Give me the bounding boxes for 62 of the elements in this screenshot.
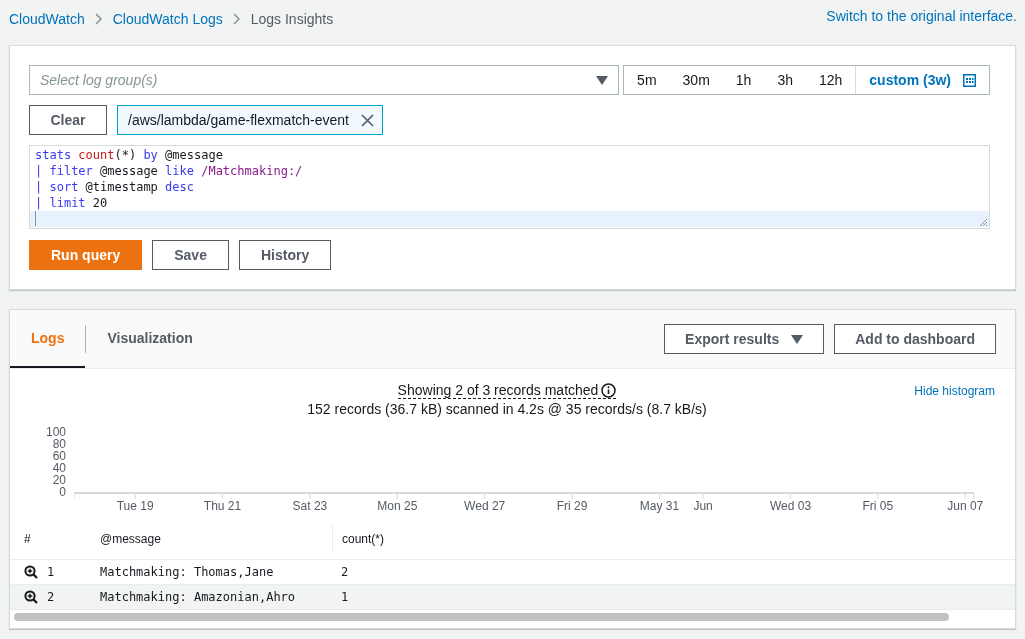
switch-interface-link[interactable]: Switch to the original interface. — [826, 8, 1017, 24]
calendar-icon — [963, 73, 976, 87]
x-tick-label: Thu 21 — [203, 499, 242, 513]
code-line: | sort @timestamp desc — [34, 179, 195, 195]
column-header: @message — [100, 532, 162, 546]
info-icon[interactable] — [601, 382, 617, 398]
export-results-button[interactable]: Export results — [664, 324, 825, 354]
code-line: | filter @message like /Matchmaking:/ — [34, 163, 304, 179]
resize-handle-icon[interactable] — [979, 218, 988, 227]
x-tick-label: Jun 07 — [947, 499, 984, 513]
time-range-button[interactable]: 1h — [722, 66, 765, 94]
horizontal-scrollbar[interactable] — [14, 613, 949, 621]
breadcrumb-link[interactable]: CloudWatch — [9, 11, 85, 27]
time-range-button[interactable]: 3h — [764, 66, 806, 94]
records-matched-text: Showing 2 of 3 records matched — [397, 382, 599, 398]
x-tick-label: Mon 25 — [377, 499, 418, 513]
time-range-button[interactable]: 12h — [805, 66, 856, 94]
breadcrumb-link[interactable]: CloudWatch Logs — [112, 11, 223, 27]
x-tick-label: Wed 03 — [769, 499, 812, 513]
time-range-button[interactable]: 5m — [624, 66, 670, 94]
zoom-in-icon[interactable] — [24, 590, 38, 604]
query-action-button[interactable]: History — [238, 240, 332, 270]
close-icon[interactable] — [361, 113, 374, 127]
results-tab[interactable]: Visualization — [86, 310, 214, 368]
x-tick-label: Sat 23 — [292, 499, 328, 513]
x-tick-label: Tue 19 — [116, 499, 154, 513]
x-tick-label: Wed 27 — [464, 499, 506, 513]
log-group-name: /aws/lambda/game-flexmatch-event — [128, 112, 349, 128]
y-tick-label: 0 — [59, 486, 66, 498]
x-tick-label: Jun — [693, 499, 713, 513]
dropdown-caret-icon — [596, 75, 609, 85]
query-action-button[interactable]: Save — [152, 240, 229, 270]
y-tick-label: 60 — [52, 450, 66, 462]
hide-histogram-link[interactable]: Hide histogram — [914, 384, 995, 398]
column-header: # — [23, 532, 32, 546]
breadcrumb-current: Logs Insights — [250, 11, 334, 27]
time-range-button[interactable]: custom (3w) — [855, 66, 989, 94]
clear-button[interactable]: Clear — [29, 105, 107, 135]
x-tick-label: May 31 — [639, 499, 680, 513]
y-tick-label: 20 — [52, 474, 66, 486]
table-cell-text: 2 — [340, 565, 349, 579]
table-cell-text: 1 — [340, 590, 349, 604]
table-cell-text: Matchmaking: Amazonian,Ahro — [100, 590, 297, 604]
table-cell: 2 — [47, 590, 55, 604]
table-cell: 1 — [47, 565, 55, 579]
y-tick-label: 40 — [52, 462, 66, 474]
query-editor[interactable]: stats count(*) by @message | filter @message like /Matchmaking:/ | sort @timestamp desc | limit 20 — [29, 145, 990, 229]
time-range-button[interactable]: 30m — [669, 66, 723, 94]
zoom-in-icon[interactable] — [24, 565, 38, 579]
column-header: count(*) — [332, 525, 385, 553]
dropdown-caret-icon — [791, 334, 804, 344]
chevron-icon — [232, 13, 241, 25]
x-tick-label: Fri 29 — [556, 499, 588, 513]
chevron-icon — [94, 13, 103, 25]
table-cell-text: Matchmaking: Thomas,Jane — [100, 565, 275, 579]
scan-stats-text: 152 records (36.7 kB) scanned in 4.2s @ 35 records/s (8.7 kB/s) — [306, 401, 708, 417]
code-line: | limit 20 — [34, 195, 109, 211]
x-tick-label: Fri 05 — [862, 499, 894, 513]
add-to-dashboard-button[interactable]: Add to dashboard — [834, 324, 996, 354]
y-tick-label: 100 — [45, 426, 66, 438]
y-tick-label: 80 — [52, 438, 66, 450]
code-line: stats count(*) by @message — [34, 147, 224, 163]
